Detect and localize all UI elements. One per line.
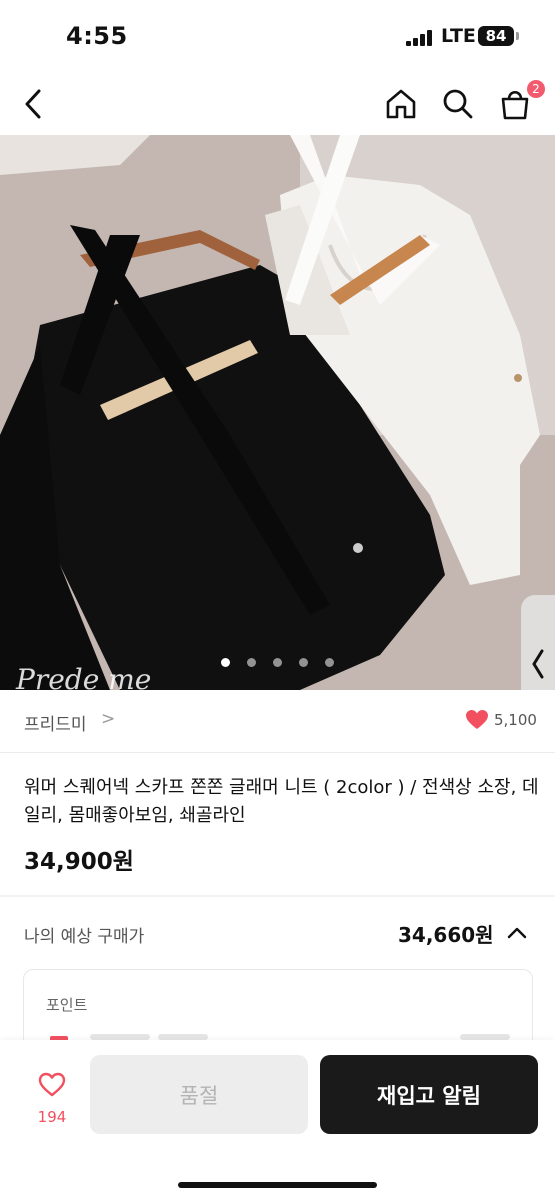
home-icon (386, 89, 416, 119)
battery-icon: 84 (478, 26, 514, 46)
product-title: 워머 스퀘어넥 스카프 쫀쫀 글래머 니트 ( 2color ) / 전색상 소… (24, 777, 539, 826)
cart-badge: 2 (527, 80, 545, 98)
battery-nub (516, 32, 519, 40)
like-count: 5,100 (494, 711, 537, 729)
search-button[interactable] (436, 82, 480, 126)
pagination-dot[interactable] (273, 658, 282, 667)
signal-icon (406, 30, 434, 46)
home-button[interactable] (379, 82, 423, 126)
estimate-toggle-button[interactable] (506, 922, 528, 948)
product-image-gallery[interactable]: Prede me (0, 135, 555, 690)
pagination-dot[interactable] (246, 658, 256, 667)
heart-filled-icon[interactable] (465, 709, 489, 735)
back-button[interactable] (12, 82, 56, 126)
brand-row: 프리드미 > 5,100 (0, 690, 555, 753)
estimated-price-label: 나의 예상 구매가 (24, 927, 145, 947)
soldout-button[interactable]: 품절 (90, 1055, 308, 1134)
chevron-left-icon (25, 89, 41, 119)
search-icon (443, 89, 473, 119)
brand-arrow: > (101, 709, 116, 729)
home-indicator[interactable] (178, 1182, 377, 1188)
brand-name-link[interactable]: 프리드미 (24, 710, 87, 735)
status-time: 4:55 (66, 22, 128, 50)
wishlist-count: 194 (37, 1108, 67, 1126)
side-drawer-tab[interactable] (521, 595, 555, 690)
restock-alert-button[interactable]: 재입고 알림 (320, 1055, 538, 1134)
product-photo (0, 135, 555, 690)
wishlist-button[interactable]: 194 (22, 1070, 82, 1130)
points-title: 포인트 (46, 996, 88, 1014)
estimated-price-value: 34,660원 (398, 923, 494, 947)
product-price: 34,900원 (24, 849, 134, 875)
chevron-up-icon (507, 927, 527, 939)
heart-outline-icon (38, 1072, 66, 1097)
status-bar: 4:55 LTE 84 (0, 0, 555, 72)
gallery-pagination (0, 652, 555, 667)
section-divider (0, 895, 555, 897)
top-nav (0, 72, 555, 136)
pagination-dot[interactable] (220, 658, 230, 667)
bottom-action-bar: 194 품절 재입고 알림 (0, 1040, 555, 1200)
brand-watermark: Prede me (16, 663, 152, 690)
network-label: LTE (441, 25, 476, 47)
